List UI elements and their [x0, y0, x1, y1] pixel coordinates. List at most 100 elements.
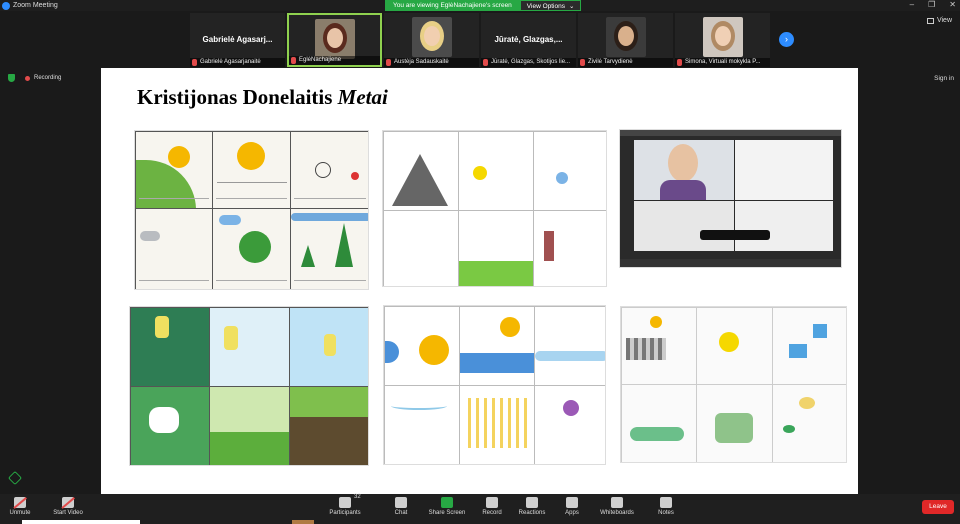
- participant-tile[interactable]: Jūratė, Glazgas,... Jūratė, Glazgas, Škot…: [481, 13, 576, 67]
- view-options-button[interactable]: View Options ⌄: [519, 0, 582, 11]
- participants-button[interactable]: 32 Participants: [325, 494, 365, 516]
- comic-cell: [212, 131, 291, 209]
- comic-cell: [534, 306, 605, 386]
- participant-tile[interactable]: Simona, Virtuali mokykla P...: [675, 13, 770, 67]
- toolbar-label: Share Screen: [428, 510, 466, 516]
- reactions-button[interactable]: Reactions: [512, 497, 552, 516]
- close-button[interactable]: ✕: [949, 0, 956, 9]
- comic-cell: [383, 210, 459, 286]
- next-page-arrow[interactable]: ›: [779, 32, 794, 47]
- grid-view-icon: [926, 17, 934, 24]
- embedded-call-screenshot: [619, 129, 842, 268]
- comic-cell: [383, 131, 459, 211]
- mic-off-icon: [483, 59, 488, 66]
- share-banner: You are viewing EglėNachajiene's screen …: [385, 0, 582, 11]
- participant-video: [411, 17, 452, 57]
- participant-name: Gabrielė Agasarjanaitė: [190, 58, 285, 67]
- comic-cell: [534, 385, 605, 464]
- participant-video: [605, 17, 646, 57]
- window-controls: – ❐ ✕: [910, 0, 956, 9]
- mic-off-icon: [13, 497, 27, 509]
- notes-button[interactable]: Notes: [646, 497, 686, 516]
- participant-tile[interactable]: Austėja Sadauskaitė: [384, 13, 479, 67]
- comic-cell: [289, 386, 368, 465]
- recording-label: Recording: [34, 75, 62, 81]
- share-message: You are viewing EglėNachajiene's screen: [385, 0, 520, 11]
- comic-cell: [290, 208, 368, 289]
- comic-cell: [459, 306, 535, 386]
- participant-tile[interactable]: EglėNachajiene: [287, 13, 382, 67]
- whiteboards-button[interactable]: Whiteboards: [597, 497, 637, 516]
- comic-cell: [135, 131, 213, 209]
- mic-off-icon: [192, 59, 197, 66]
- comic-cell: [459, 385, 535, 464]
- participant-tile[interactable]: Živilė Tarvydienė: [578, 13, 673, 67]
- view-button[interactable]: View: [926, 17, 952, 24]
- comic-cell: [772, 384, 846, 462]
- participant-display-name: Gabrielė Agasarj...: [202, 35, 273, 44]
- toolbar-label: Unmute: [9, 510, 31, 516]
- comic-cell: [130, 386, 210, 465]
- annotate-pen-icon[interactable]: [7, 470, 23, 486]
- comic-cell: [212, 208, 291, 289]
- toolbar-label: Whiteboards: [600, 510, 634, 516]
- toolbar-label: Chat: [394, 510, 408, 516]
- recording-indicator: Recording: [8, 74, 61, 82]
- sign-in-link[interactable]: Sign in: [934, 75, 954, 82]
- video-off-icon: [61, 497, 75, 509]
- slide-title: Kristijonas Donelaitis Metai: [137, 85, 388, 110]
- comic-cell: [384, 385, 460, 464]
- toolbar-label: Apps: [565, 510, 579, 516]
- participant-video: [314, 19, 355, 59]
- apps-button[interactable]: Apps: [552, 497, 592, 516]
- toolbar-label: Reactions: [518, 510, 546, 516]
- mic-off-icon: [386, 59, 391, 66]
- toolbar-label: Start Video: [53, 510, 83, 516]
- slide-title-work: Metai: [337, 85, 388, 109]
- view-label: View: [936, 17, 952, 24]
- toolbar-label: Notes: [658, 510, 674, 516]
- participant-name: Jūratė, Glazgas, Škotijos lie...: [481, 58, 576, 67]
- view-options-label: View Options: [526, 3, 565, 10]
- apps-icon: [566, 497, 578, 508]
- maximize-button[interactable]: ❐: [928, 0, 935, 9]
- share-screen-icon: [441, 497, 453, 508]
- unmute-button[interactable]: Unmute: [0, 497, 40, 516]
- zoom-logo-icon: [2, 1, 10, 10]
- mic-off-icon: [677, 59, 682, 66]
- participant-name: Simona, Virtuali mokykla P...: [675, 58, 770, 67]
- comic-cell: [209, 307, 290, 387]
- comic-cell: [533, 210, 606, 286]
- participant-strip: Gabrielė Agasarj... Gabrielė Agasarjanait…: [190, 13, 772, 67]
- participant-video: [702, 17, 743, 57]
- drawing-digital-comic: [129, 306, 369, 466]
- participant-name: Živilė Tarvydienė: [578, 58, 673, 67]
- comic-cell: [458, 210, 534, 286]
- comic-cell: [696, 384, 773, 462]
- start-video-button[interactable]: Start Video: [48, 497, 88, 516]
- comic-cell: [772, 307, 846, 385]
- shared-slide: Kristijonas Donelaitis Metai: [101, 68, 858, 494]
- record-button[interactable]: Record: [472, 497, 512, 516]
- comic-cell: [533, 131, 606, 211]
- recording-dot-icon: [25, 75, 30, 81]
- comic-cell: [209, 386, 290, 465]
- drawing-seasons-comic: [134, 130, 369, 290]
- chat-icon: [395, 497, 407, 508]
- comic-cell: [135, 208, 213, 289]
- chat-button[interactable]: Chat: [381, 497, 421, 516]
- comic-cell: [696, 307, 773, 385]
- mic-off-icon: [291, 57, 296, 64]
- leave-button[interactable]: Leave: [922, 500, 954, 514]
- share-screen-button[interactable]: Share Screen: [427, 497, 467, 516]
- comic-cell: [621, 307, 697, 385]
- participant-tile[interactable]: Gabrielė Agasarj... Gabrielė Agasarjanait…: [190, 13, 285, 67]
- drawing-sun-sea-comic: [383, 305, 606, 465]
- participant-count: 32: [354, 494, 361, 500]
- minimize-button[interactable]: –: [910, 0, 914, 9]
- participant-display-name: Jūratė, Glazgas,...: [494, 35, 563, 44]
- meeting-toolbar: Unmute Start Video 32 Participants Chat Share…: [0, 494, 960, 524]
- comic-cell: [130, 307, 210, 387]
- drawing-city-comic: [620, 306, 847, 463]
- mic-off-icon: [580, 59, 585, 66]
